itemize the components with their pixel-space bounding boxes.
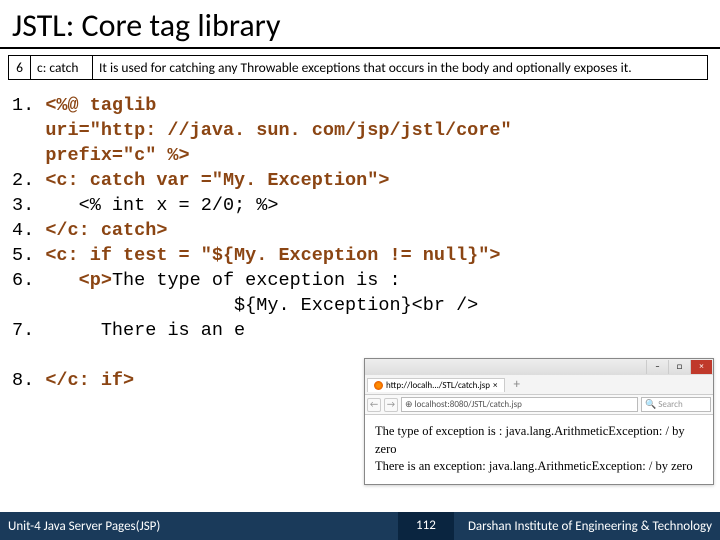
browser-window: – □ × http://localh.../STL/catch.jsp × +…: [364, 358, 714, 485]
url-bar-row: ← → ⊕ localhost:8080/JSTL/catch.jsp 🔍 Se…: [365, 395, 713, 415]
globe-icon: ⊕: [405, 399, 413, 410]
slide-title: JSTL: Core tag library: [0, 0, 720, 49]
tab-title: http://localh.../STL/catch.jsp: [386, 380, 490, 391]
close-button[interactable]: ×: [690, 360, 712, 374]
minimize-button[interactable]: –: [646, 360, 668, 374]
firefox-icon: [374, 381, 383, 390]
search-input[interactable]: 🔍 Search: [641, 397, 711, 412]
tag-name: c: catch: [31, 56, 93, 80]
page-number: 112: [398, 512, 454, 540]
new-tab-button[interactable]: +: [509, 377, 525, 392]
footer-bar: Unit-4 Java Server Pages(JSP) 112 Darsha…: [0, 512, 720, 540]
output-line-1: The type of exception is : java.lang.Ari…: [375, 423, 703, 458]
row-num: 6: [9, 56, 31, 80]
code-block: 1. <%@ taglib uri="http: //java. sun. co…: [0, 86, 720, 394]
footer-right: Darshan Institute of Engineering & Techn…: [468, 519, 720, 534]
tab-bar: http://localh.../STL/catch.jsp × +: [365, 375, 713, 395]
browser-tab[interactable]: http://localh.../STL/catch.jsp ×: [367, 378, 505, 392]
tab-close-icon[interactable]: ×: [493, 380, 497, 391]
page-content: The type of exception is : java.lang.Ari…: [365, 415, 713, 484]
url-input[interactable]: ⊕ localhost:8080/JSTL/catch.jsp: [401, 397, 638, 412]
output-line-2: There is an exception: java.lang.Arithme…: [375, 458, 703, 476]
window-titlebar: – □ ×: [365, 359, 713, 375]
maximize-button[interactable]: □: [668, 360, 690, 374]
tag-table: 6 c: catch It is used for catching any T…: [8, 55, 708, 80]
footer-left: Unit-4 Java Server Pages(JSP): [0, 519, 160, 534]
tag-desc: It is used for catching any Throwable ex…: [93, 56, 708, 80]
forward-button[interactable]: →: [384, 398, 398, 412]
back-button[interactable]: ←: [367, 398, 381, 412]
